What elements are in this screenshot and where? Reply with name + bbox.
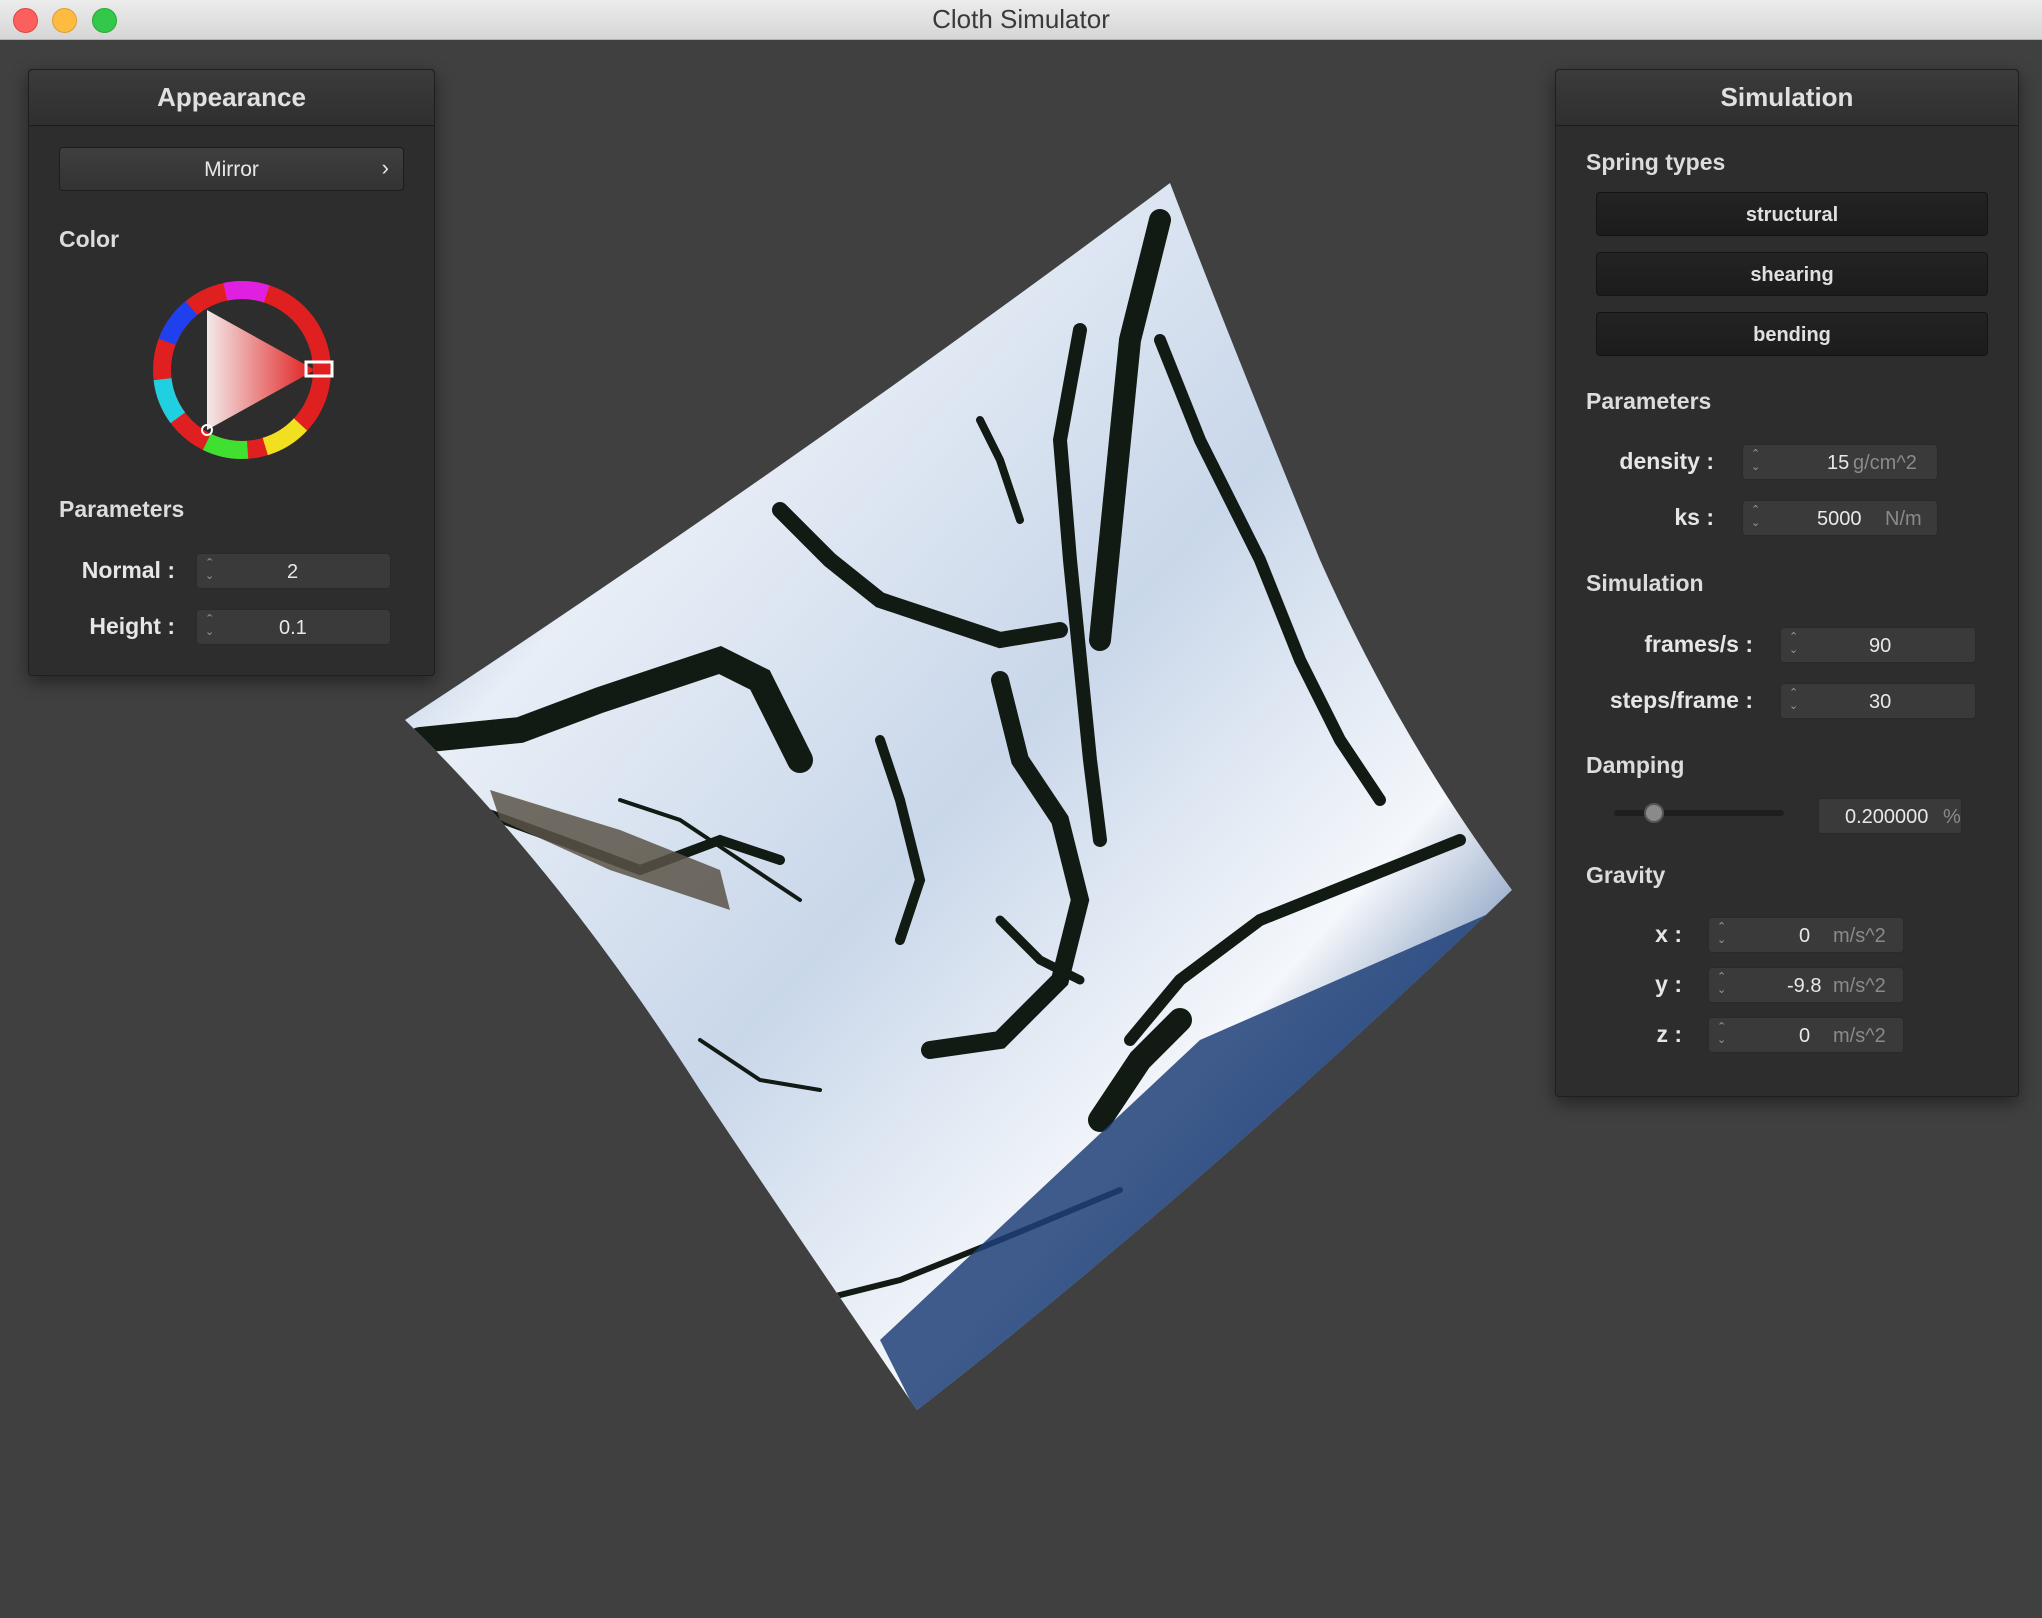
stepper-icon[interactable]: ⌃ ⌄ [1717,921,1726,947]
damping-slider[interactable] [1614,803,1784,823]
height-input[interactable]: ⌃ ⌄ 0.1 [196,609,391,645]
structural-button[interactable]: structural [1596,192,1988,236]
shader-selected-label: Mirror [204,158,259,181]
stepper-icon[interactable]: ⌃ ⌄ [1789,631,1798,657]
spring-types-label: Spring types [1586,149,1726,175]
stepper-icon[interactable]: ⌃ ⌄ [1751,504,1760,530]
gravity-x-input[interactable]: ⌃ ⌄ 0 m/s^2 [1708,917,1904,953]
density-label: density : [1619,448,1714,474]
gravity-z-input[interactable]: ⌃ ⌄ 0 m/s^2 [1708,1017,1904,1053]
damping-slider-knob[interactable] [1644,803,1664,823]
window-titlebar: Cloth Simulator [0,0,2042,40]
damping-slider-track [1614,810,1784,816]
gravity-y-label: y : [1655,971,1682,997]
gravity-label: Gravity [1586,862,1666,888]
ks-label: ks : [1674,504,1714,530]
gravity-y-input[interactable]: ⌃ ⌄ -9.8 m/s^2 [1708,967,1904,1003]
color-wheel[interactable] [147,275,337,465]
gravity-z-label: z : [1656,1021,1682,1047]
steps-label: steps/frame : [1609,687,1753,713]
appearance-parameters-label: Parameters [59,496,185,522]
gravity-x-label: x : [1655,921,1682,947]
color-label: Color [59,226,120,252]
normal-label: Normal : [81,557,175,583]
simulation-panel: Simulation Spring types structural shear… [1555,69,2019,1097]
sim-parameters-label: Parameters [1586,388,1712,414]
shader-select-button[interactable]: Mirror › [59,147,404,191]
bending-button[interactable]: bending [1596,312,1988,356]
steps-input[interactable]: ⌃ ⌄ 30 [1780,683,1976,719]
damping-input[interactable]: 0.200000 % [1818,798,1962,834]
damping-label: Damping [1586,752,1685,778]
stepper-icon[interactable]: ⌃ ⌄ [1717,971,1726,997]
stepper-icon[interactable]: ⌃ ⌄ [205,557,214,583]
stepper-icon[interactable]: ⌃ ⌄ [1751,448,1760,474]
ks-input[interactable]: ⌃ ⌄ 5000 N/m [1742,500,1938,536]
normal-input[interactable]: ⌃ ⌄ 2 [196,553,391,589]
density-input[interactable]: ⌃ ⌄ 15 g/cm^2 [1742,444,1938,480]
simulation-section-label: Simulation [1586,570,1704,596]
fps-label: frames/s : [1644,631,1753,657]
stepper-icon[interactable]: ⌃ ⌄ [205,613,214,639]
shearing-button[interactable]: shearing [1596,252,1988,296]
window-title: Cloth Simulator [932,4,1110,34]
fps-input[interactable]: ⌃ ⌄ 90 [1780,627,1976,663]
simulation-panel-title: Simulation [1556,70,2018,126]
appearance-panel-title: Appearance [29,70,434,126]
stepper-icon[interactable]: ⌃ ⌄ [1717,1021,1726,1047]
stepper-icon[interactable]: ⌃ ⌄ [1789,687,1798,713]
appearance-panel: Appearance Mirror › Color Parameters Nor… [28,69,435,676]
chevron-right-icon: › [381,155,389,180]
height-label: Height : [89,613,175,639]
